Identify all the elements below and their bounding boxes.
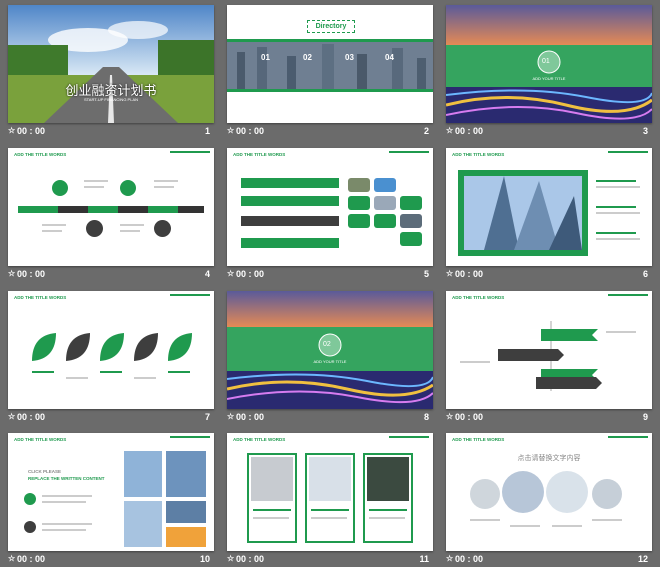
center-title: 点击请替换文字内容: [517, 455, 581, 462]
slide-header: ADD THE TITLE WORDS: [14, 152, 67, 157]
star-icon: ☆: [446, 412, 454, 421]
star-icon: ☆: [8, 126, 16, 135]
slide-header: ADD THE TITLE WORDS: [233, 437, 286, 442]
slide-timing: 00 : 00: [455, 269, 484, 279]
slide-preview: ADD THE TITLE WORDS CLICK PLEASE REPLACE…: [8, 433, 214, 551]
slide-header: ADD THE TITLE WORDS: [452, 437, 505, 442]
section-badge: 02: [323, 341, 331, 348]
slide-timing: 00 : 00: [236, 412, 265, 422]
slide-header: ADD THE TITLE WORDS: [14, 295, 67, 300]
slide-timing: 00 : 00: [236, 126, 265, 136]
slide-thumb-8[interactable]: 02 ADD YOUR TITLE ☆ 00 : 00 8: [227, 291, 433, 425]
slide-timing: 00 : 00: [17, 412, 46, 422]
slide-timing: 00 : 00: [17, 126, 46, 136]
slide-thumb-12[interactable]: ADD THE TITLE WORDS 点击请替换文字内容 ☆ 00 : 00 12: [446, 433, 652, 567]
section-badge: 01: [542, 58, 550, 65]
slide-preview: ADD THE TITLE WORDS: [446, 148, 652, 266]
slide-header: ADD THE TITLE WORDS: [452, 295, 505, 300]
slide-preview: ADD THE TITLE WORDS 点击请替换文字内容: [446, 433, 652, 551]
slide-header: ADD THE TITLE WORDS: [14, 437, 67, 442]
text-line-1: CLICK PLEASE: [28, 469, 62, 474]
slide-timing: 00 : 00: [455, 126, 484, 136]
slide-thumb-3[interactable]: 01 ADD YOUR TITLE ☆ 00 : 00 3: [446, 5, 652, 139]
slide-number: 8: [423, 412, 429, 422]
slide-number: 9: [642, 412, 648, 422]
slide-thumb-5[interactable]: ADD THE TITLE WORDS ☆ 00 : 00 5: [227, 148, 433, 282]
dir-item-4: 04: [385, 53, 394, 62]
slide-timing: 00 : 00: [236, 554, 265, 564]
slide-timing: 00 : 00: [455, 554, 484, 564]
slide-preview: 02 ADD YOUR TITLE: [227, 291, 433, 409]
slide-number: 10: [199, 554, 210, 564]
slide-thumb-7[interactable]: ADD THE TITLE WORDS ☆ 00 : 00 7: [8, 291, 214, 425]
slide-thumb-9[interactable]: ADD THE TITLE WORDS ☆ 00 : 00 9: [446, 291, 652, 425]
dir-item-1: 01: [261, 53, 270, 62]
slide-preview: ADD THE TITLE WORDS: [227, 148, 433, 266]
hands-photo: [309, 457, 351, 501]
star-icon: ☆: [227, 412, 235, 421]
slide-header: ADD THE TITLE WORDS: [452, 152, 505, 157]
slide-timing: 00 : 00: [17, 554, 46, 564]
star-icon: ☆: [8, 412, 16, 421]
skyscraper-photo: [464, 176, 582, 250]
arrow-diagram: [498, 321, 602, 391]
star-icon: ☆: [446, 554, 454, 563]
slide-number: 4: [204, 269, 210, 279]
slide-thumb-2[interactable]: Directory 01 02 03 04 ☆ 00 : 00 2: [227, 5, 433, 139]
star-icon: ☆: [446, 269, 454, 278]
star-icon: ☆: [8, 269, 16, 278]
slide-number: 1: [204, 126, 210, 136]
slide-number: 2: [423, 126, 429, 136]
star-icon: ☆: [8, 554, 16, 563]
dir-item-3: 03: [345, 53, 354, 62]
section-caption: ADD YOUR TITLE: [313, 359, 347, 364]
slide-thumb-6[interactable]: ADD THE TITLE WORDS ☆ 00 : 00 6: [446, 148, 652, 282]
slide-number: 6: [642, 269, 648, 279]
building-collage: [124, 451, 206, 547]
slide-number: 12: [637, 554, 648, 564]
slide-thumb-4[interactable]: ADD THE TITLE WORDS ☆ 00 : 00 4: [8, 148, 214, 282]
slide-thumb-11[interactable]: ADD THE TITLE WORDS ☆ 00 : 00 11: [227, 433, 433, 567]
slide-header: ADD THE TITLE WORDS: [233, 152, 286, 157]
chess-photo: [251, 457, 293, 501]
section-caption: ADD YOUR TITLE: [532, 76, 566, 81]
star-icon: ☆: [446, 126, 454, 135]
city-night-photo: [367, 457, 409, 501]
directory-title: Directory: [307, 20, 355, 33]
slide-timing: 00 : 00: [17, 269, 46, 279]
city-photo: [227, 42, 433, 89]
road-photo: [8, 5, 214, 123]
star-icon: ☆: [227, 554, 235, 563]
slide-preview: 创业融资计划书 START-UP FINANCING PLAN: [8, 5, 214, 123]
highway-photo: [227, 291, 433, 409]
dir-item-2: 02: [303, 53, 312, 62]
slide-preview: ADD THE TITLE WORDS: [8, 291, 214, 409]
slide-number: 5: [423, 269, 429, 279]
slide-timing: 00 : 00: [236, 269, 265, 279]
slide-thumb-1[interactable]: 创业融资计划书 START-UP FINANCING PLAN ☆ 00 : 00…: [8, 5, 214, 139]
leaf-shapes: [32, 333, 192, 361]
slide-preview: Directory 01 02 03 04: [227, 5, 433, 123]
slide-preview: ADD THE TITLE WORDS: [227, 433, 433, 551]
slide-thumb-10[interactable]: ADD THE TITLE WORDS CLICK PLEASE REPLACE…: [8, 433, 214, 567]
slide-subtitle: START-UP FINANCING PLAN: [83, 97, 138, 102]
star-icon: ☆: [227, 126, 235, 135]
slide-preview: 01 ADD YOUR TITLE: [446, 5, 652, 123]
slide-timing: 00 : 00: [455, 412, 484, 422]
slide-preview: ADD THE TITLE WORDS: [446, 291, 652, 409]
slide-number: 11: [419, 554, 429, 564]
slide-number: 3: [642, 126, 648, 136]
text-line-2: REPLACE THE WRITTEN CONTENT: [28, 476, 105, 481]
slide-number: 7: [204, 412, 210, 422]
star-icon: ☆: [227, 269, 235, 278]
slide-preview: ADD THE TITLE WORDS: [8, 148, 214, 266]
